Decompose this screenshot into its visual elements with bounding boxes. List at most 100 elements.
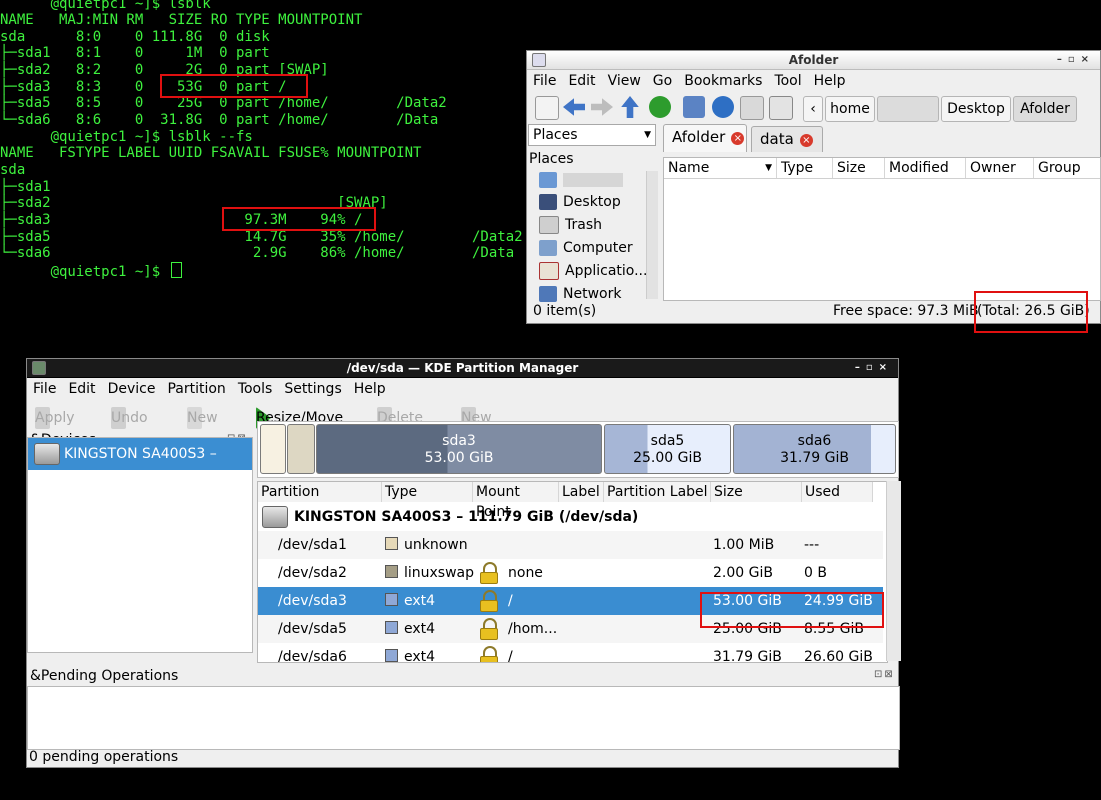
menu-tool[interactable]: Tool: [768, 73, 807, 89]
path-scroll-left-button[interactable]: ‹: [803, 96, 823, 122]
segment-name: sda3: [442, 433, 476, 449]
dock-controls[interactable]: ⊡⊠: [874, 669, 895, 680]
partition-name: /dev/sda2: [278, 565, 347, 581]
pending-count: 0 pending operations: [29, 749, 179, 765]
partition-type: ext4: [385, 615, 435, 643]
partition-segment-sda6[interactable]: sda6 31.79 GiB: [733, 424, 896, 474]
column-size[interactable]: Size: [833, 158, 885, 178]
path-button-home[interactable]: home: [825, 96, 875, 122]
device-item-kingston[interactable]: KINGSTON SA400S3 – 111...: [28, 438, 252, 494]
column-partition-label[interactable]: Partition Label: [604, 482, 711, 502]
places-dropdown-value: Places: [533, 127, 578, 143]
reload-icon[interactable]: [649, 96, 671, 118]
partition-name: /dev/sda3: [278, 593, 347, 609]
menu-device[interactable]: Device: [102, 381, 162, 397]
menu-partition[interactable]: Partition: [161, 381, 231, 397]
terminal-prompt-text: @quietpc1 ~]$: [0, 264, 169, 280]
afolder-window[interactable]: Afolder –▫× File Edit View Go Bookmarks …: [526, 50, 1101, 324]
lock-icon: [480, 562, 498, 584]
afolder-titlebar[interactable]: Afolder –▫×: [527, 51, 1100, 70]
tab-data[interactable]: data ×: [751, 126, 823, 152]
partition-mount: /: [508, 593, 513, 609]
pending-dock-title: &Pending Operations: [30, 668, 179, 684]
tab-label: data: [760, 130, 794, 148]
list-view-icon[interactable]: [769, 96, 793, 120]
menu-bookmarks[interactable]: Bookmarks: [678, 73, 768, 89]
partition-name: /dev/sda1: [278, 537, 347, 553]
menu-help[interactable]: Help: [808, 73, 852, 89]
partition-size: 1.00 MiB: [713, 537, 775, 553]
terminal-line: ├─sda1 8:1 0 1M 0 part: [0, 45, 270, 61]
icon-view-icon[interactable]: [683, 96, 705, 118]
places-item-desktop[interactable]: Desktop: [527, 191, 621, 213]
column-name[interactable]: Name ▼: [664, 158, 777, 178]
partition-table: Partition Type Mount Point Label Partiti…: [257, 481, 888, 663]
menu-edit[interactable]: Edit: [562, 73, 601, 89]
info-icon[interactable]: [712, 96, 734, 118]
column-type[interactable]: Type: [777, 158, 833, 178]
menu-settings[interactable]: Settings: [278, 381, 347, 397]
partition-size: 31.79 GiB: [713, 649, 782, 663]
places-scrollbar[interactable]: [646, 171, 658, 299]
disk-label: KINGSTON SA400S3 – 111.79 GiB (/dev/sda): [294, 509, 639, 525]
partition-row[interactable]: /dev/sda2 linuxswap none 2.00 GiB 0 B: [258, 559, 883, 587]
column-size[interactable]: Size: [711, 482, 802, 502]
path-button-desktop[interactable]: Desktop: [941, 96, 1011, 122]
free-space: Free space: 97.3 MiB: [833, 303, 979, 319]
column-used[interactable]: Used: [802, 482, 873, 502]
close-tab-icon[interactable]: ×: [799, 134, 813, 147]
pending-operations-list[interactable]: [27, 686, 900, 750]
close-tab-icon[interactable]: ×: [731, 132, 745, 145]
partition-segment-sda3[interactable]: sda3 53.00 GiB: [316, 424, 602, 474]
column-owner[interactable]: Owner: [966, 158, 1034, 178]
places-item-computer[interactable]: Computer: [527, 237, 633, 259]
places-item-trash[interactable]: Trash: [527, 214, 602, 236]
menu-view[interactable]: View: [602, 73, 647, 89]
partition-manager-window[interactable]: /dev/sda — KDE Partition Manager –▫× Fil…: [26, 358, 901, 768]
path-button-user[interactable]: [877, 96, 939, 122]
column-label[interactable]: Label: [559, 482, 604, 502]
terminal-line: ├─sda1: [0, 179, 51, 195]
column-modified[interactable]: Modified: [885, 158, 966, 178]
highlight-box: [160, 74, 308, 98]
new-tab-icon[interactable]: [535, 96, 559, 120]
column-mount-point[interactable]: Mount Point: [473, 482, 559, 520]
menu-file[interactable]: File: [27, 381, 62, 397]
places-dropdown[interactable]: Places ▼: [528, 124, 656, 146]
window-title: Afolder: [788, 53, 839, 67]
detail-view-icon[interactable]: [740, 96, 764, 120]
places-item-home[interactable]: [527, 169, 623, 191]
partition-segment-sda1[interactable]: [260, 424, 286, 474]
back-arrow-icon[interactable]: [563, 98, 585, 116]
menu-file[interactable]: File: [527, 73, 562, 89]
partition-mount: /: [508, 649, 513, 663]
partition-segment-sda5[interactable]: sda5 25.00 GiB: [604, 424, 731, 474]
partition-size: 2.00 GiB: [713, 565, 773, 581]
menu-tools[interactable]: Tools: [232, 381, 279, 397]
devices-panel: KINGSTON SA400S3 – 111...: [27, 437, 253, 653]
lock-icon: [480, 590, 498, 612]
menu-help[interactable]: Help: [348, 381, 392, 397]
up-arrow-icon[interactable]: [621, 96, 639, 118]
partition-row[interactable]: /dev/sda1 unknown 1.00 MiB ---: [258, 531, 883, 559]
partition-segment-sda2[interactable]: [287, 424, 315, 474]
partition-row[interactable]: /dev/sda6 ext4 / 31.79 GiB 26.60 GiB: [258, 643, 883, 663]
menu-edit[interactable]: Edit: [62, 381, 101, 397]
menu-go[interactable]: Go: [647, 73, 678, 89]
window-controls[interactable]: –▫×: [1057, 51, 1095, 69]
partition-table-scrollbar[interactable]: [886, 481, 901, 661]
path-button-afolder[interactable]: Afolder: [1013, 96, 1077, 122]
new-label: New: [187, 410, 218, 426]
column-group[interactable]: Group: [1034, 158, 1100, 178]
kde-titlebar[interactable]: /dev/sda — KDE Partition Manager –▫×: [27, 359, 898, 378]
places-item-applications[interactable]: Applicatio...: [527, 260, 647, 282]
column-type[interactable]: Type: [382, 482, 473, 502]
column-partition[interactable]: Partition: [258, 482, 382, 502]
window-controls[interactable]: –▫×: [855, 359, 893, 377]
forward-arrow-icon[interactable]: [591, 98, 613, 116]
tab-afolder[interactable]: Afolder ×: [663, 124, 747, 152]
segment-size: 25.00 GiB: [633, 450, 702, 466]
file-list[interactable]: Name ▼ Type Size Modified Owner Group: [663, 157, 1101, 301]
terminal-prompt[interactable]: @quietpc1 ~]$: [0, 262, 182, 280]
disk-row[interactable]: KINGSTON SA400S3 – 111.79 GiB (/dev/sda): [258, 503, 883, 531]
